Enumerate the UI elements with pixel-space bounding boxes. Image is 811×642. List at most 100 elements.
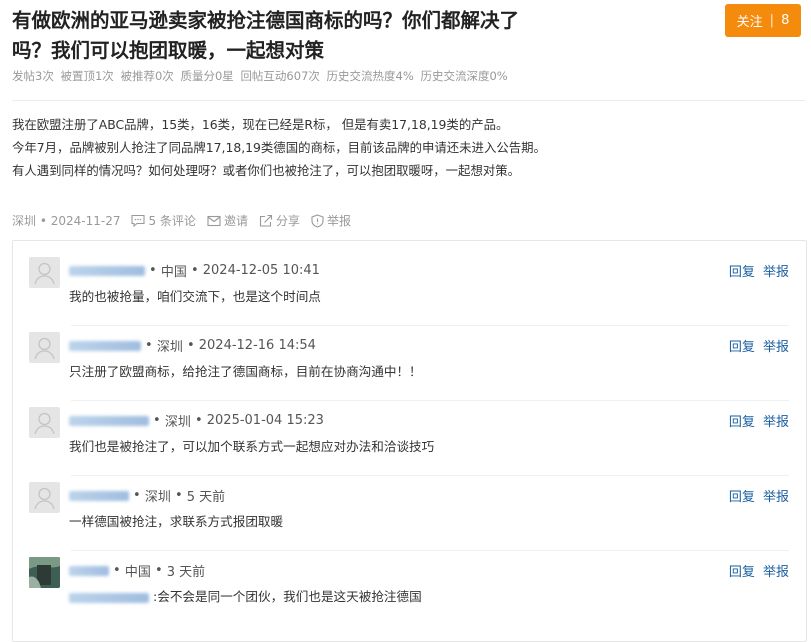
post-title: 有做欧洲的亚马逊卖家被抢注德国商标的吗？你们都解决了吗？我们可以抱团取暖，一起想… — [12, 9, 520, 62]
meta-dot: • — [170, 488, 187, 503]
comment-actions: 回复 举报 — [725, 486, 789, 505]
comment-item: • 中国 • 3 天前 :会不会是同一个团伙，我们也是这天被抢注德国 回复 举报 — [27, 550, 789, 629]
stat-pinned: 被置顶1次 — [60, 69, 114, 83]
stat-quality: 质量分0星 — [180, 69, 234, 83]
redacted-username — [69, 565, 109, 576]
meta-dot: • — [113, 563, 125, 578]
comment-actions: 回复 举报 — [725, 336, 789, 355]
comment-item: • 深圳 • 2024-12-16 14:54 只注册了欧盟商标，给抢注了德国商… — [27, 325, 789, 404]
avatar[interactable] — [29, 482, 60, 513]
follow-separator: | — [769, 13, 775, 28]
share-label: 分享 — [275, 214, 300, 228]
meta-dot: • — [190, 413, 207, 428]
comment-item: • 深圳 • 5 天前 一样德国被抢注，求联系方式报团取暖 回复 举报 — [27, 475, 789, 554]
comment-actions: 回复 举报 — [725, 411, 789, 430]
meta-dot: • — [186, 263, 203, 278]
comment-text: 我的也被抢量，咱们交流下，也是这个时间点 — [69, 289, 321, 304]
report-comment-button[interactable]: 举报 — [763, 565, 789, 580]
stat-posts: 发帖3次 — [12, 69, 54, 83]
meta-dot: • — [150, 563, 167, 578]
avatar[interactable] — [29, 332, 60, 363]
comment-location: 深圳 — [156, 340, 183, 355]
comment-icon — [131, 214, 146, 227]
follow-button[interactable]: 关注 | 8 — [725, 4, 801, 37]
comment-location: 深圳 — [164, 415, 191, 430]
report-post-button[interactable]: 举报 — [311, 212, 351, 229]
redacted-username — [69, 265, 145, 276]
report-comment-button[interactable]: 举报 — [763, 340, 789, 355]
comment-location: 中国 — [160, 265, 187, 280]
author-stats: 发帖3次 被置顶1次 被推荐0次 质量分0星 回帖互动607次 历史交流热度4%… — [12, 68, 511, 84]
post-body: 我在欧盟注册了ABC品牌，15类，16类，现在已经是R标， 但是有卖17,18,… — [12, 113, 612, 182]
comment-time: 3 天前 — [166, 565, 206, 580]
report-comment-button[interactable]: 举报 — [763, 415, 789, 430]
meta-dot: • — [145, 338, 157, 353]
comment-header: • 深圳 • 2025-01-04 15:23 — [69, 411, 324, 430]
user-placeholder-icon — [34, 412, 55, 435]
redacted-username — [69, 490, 129, 501]
comment-text: 我们也是被抢注了，可以加个联系方式一起想应对办法和洽谈技巧 — [69, 439, 435, 454]
avatar[interactable] — [29, 257, 60, 288]
user-placeholder-icon — [34, 262, 55, 285]
header-divider — [12, 100, 805, 101]
comment-time: 2025-01-04 15:23 — [206, 413, 324, 428]
comment-text: 只注册了欧盟商标，给抢注了德国商标，目前在协商沟通中！！ — [69, 364, 422, 379]
meta-dot: • — [149, 263, 161, 278]
comment-text: :会不会是同一个团伙，我们也是这天被抢注德国 — [153, 589, 422, 604]
comment-header: • 深圳 • 5 天前 — [69, 486, 225, 505]
user-placeholder-icon — [34, 337, 55, 360]
reply-button[interactable]: 回复 — [729, 565, 755, 580]
mail-icon — [207, 215, 221, 226]
meta-dot: • — [153, 413, 165, 428]
follow-count: 8 — [781, 13, 790, 28]
comment-header: • 中国 • 3 天前 — [69, 561, 205, 580]
report-comment-button[interactable]: 举报 — [763, 265, 789, 280]
invite-label: 邀请 — [223, 214, 248, 228]
comment-header: • 中国 • 2024-12-05 10:41 — [69, 261, 320, 280]
follow-label: 关注 — [736, 15, 763, 30]
comment-time: 2024-12-16 14:54 — [198, 338, 316, 353]
avatar[interactable] — [29, 557, 60, 588]
report-comment-button[interactable]: 举报 — [763, 490, 789, 505]
meta-dot: • — [133, 488, 145, 503]
comment-location: 深圳 — [144, 490, 171, 505]
comment-time: 2024-12-05 10:41 — [202, 263, 320, 278]
comment-item: • 中国 • 2024-12-05 10:41 我的也被抢量，咱们交流下，也是这… — [27, 254, 789, 329]
share-icon — [259, 214, 273, 227]
user-placeholder-icon — [34, 487, 55, 510]
reply-button[interactable]: 回复 — [729, 265, 755, 280]
comment-item: • 深圳 • 2025-01-04 15:23 我们也是被抢注了，可以加个联系方… — [27, 400, 789, 479]
comment-text: 一样德国被抢注，求联系方式报团取暖 — [69, 514, 284, 529]
avatar[interactable] — [29, 407, 60, 438]
user-photo-icon — [29, 557, 60, 588]
shield-icon — [311, 213, 324, 228]
meta-dot: • — [182, 338, 199, 353]
post-date: 2024-11-27 — [50, 213, 121, 228]
post-location: 深圳 — [12, 214, 37, 228]
comment-header: • 深圳 • 2024-12-16 14:54 — [69, 336, 316, 355]
comment-actions: 回复 举报 — [725, 561, 789, 580]
stat-interactions: 回帖互动607次 — [240, 69, 320, 83]
stat-recommended: 被推荐0次 — [120, 69, 174, 83]
invite-button[interactable]: 邀请 — [207, 212, 248, 229]
comment-text-row: :会不会是同一个团伙，我们也是这天被抢注德国 — [69, 586, 422, 605]
comment-time: 5 天前 — [186, 490, 226, 505]
post-meta-bar: 深圳 • 2024-11-27 5 条评论 邀请 分享 举报 — [12, 212, 351, 229]
meta-dot: • — [36, 213, 51, 228]
post-paragraph: 有人遇到同样的情况吗？如何处理呀？或者你们也被抢注了，可以抱团取暖呀，一起想对策… — [12, 163, 521, 178]
redacted-mention — [69, 592, 149, 603]
reply-button[interactable]: 回复 — [729, 340, 755, 355]
redacted-username — [69, 415, 149, 426]
reply-button[interactable]: 回复 — [729, 490, 755, 505]
comments-label: 5 条评论 — [148, 214, 196, 228]
post-paragraph: 我在欧盟注册了ABC品牌，15类，16类，现在已经是R标， 但是有卖17,18,… — [12, 117, 509, 132]
comment-list: • 中国 • 2024-12-05 10:41 我的也被抢量，咱们交流下，也是这… — [12, 240, 807, 642]
comment-actions: 回复 举报 — [725, 261, 789, 280]
comment-location: 中国 — [124, 565, 151, 580]
share-button[interactable]: 分享 — [259, 212, 300, 229]
stat-depth: 历史交流深度0% — [420, 69, 508, 83]
reply-button[interactable]: 回复 — [729, 415, 755, 430]
redacted-username — [69, 340, 141, 351]
stat-heat: 历史交流热度4% — [326, 69, 414, 83]
comments-link[interactable]: 5 条评论 — [131, 212, 196, 229]
